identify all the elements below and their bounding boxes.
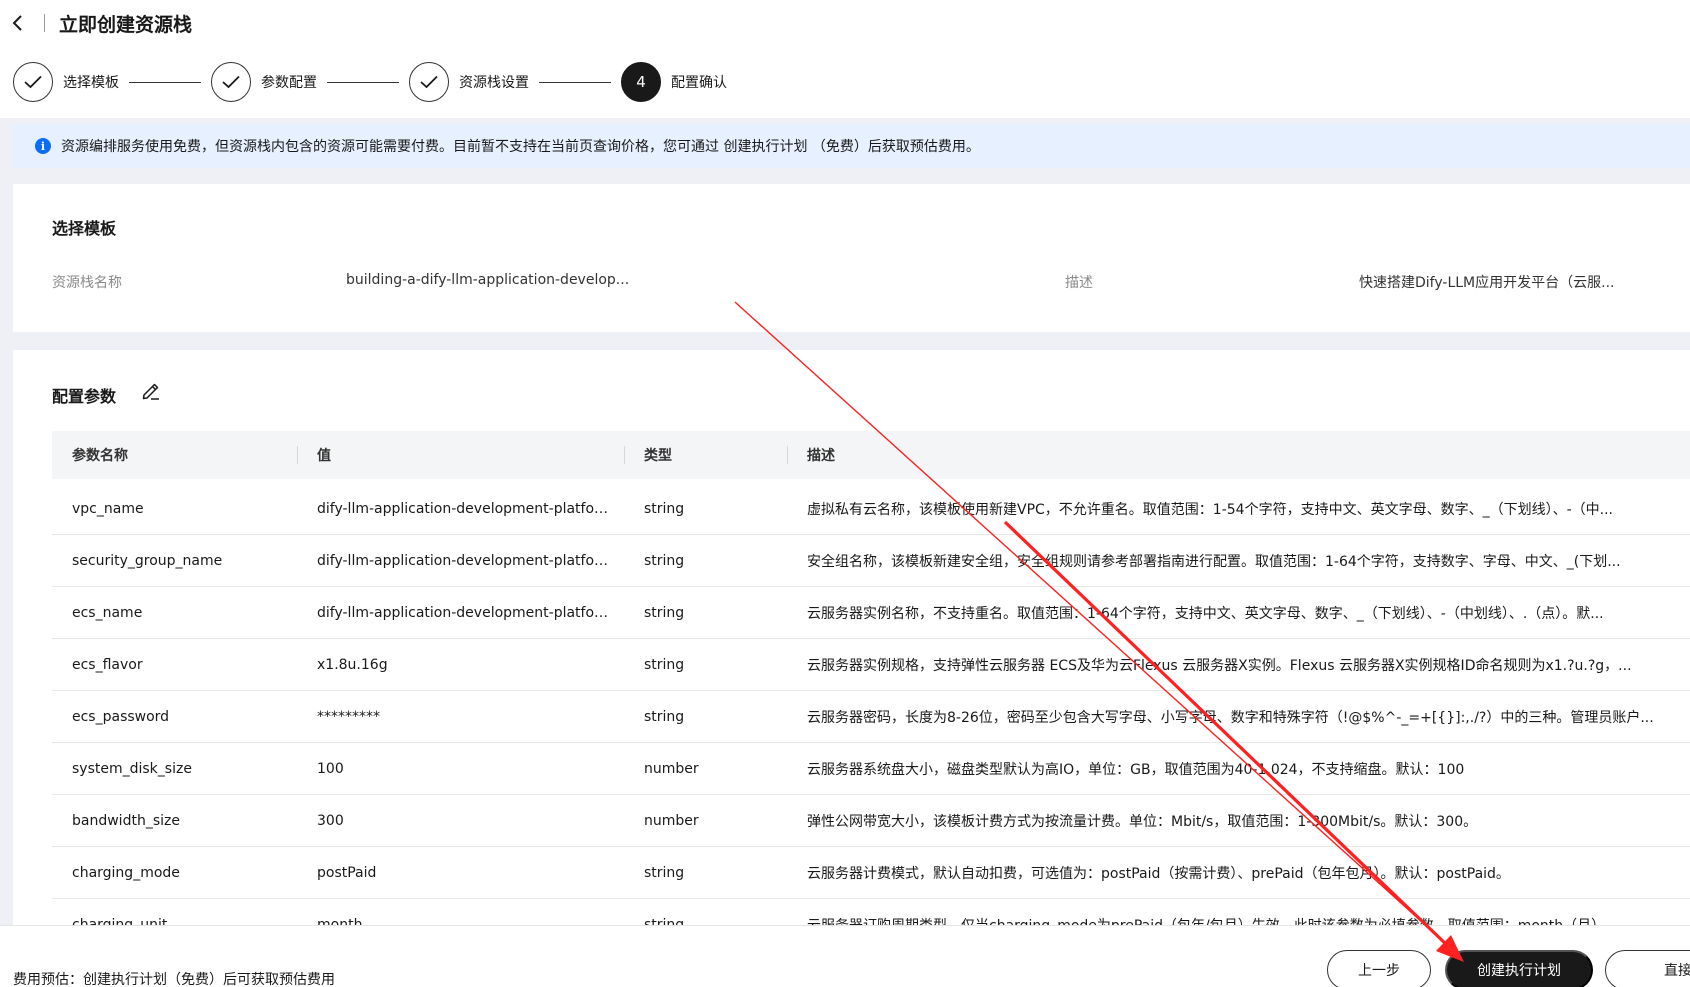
section-title: 选择模板	[52, 219, 117, 238]
table-row: security_group_name dify-llm-application…	[52, 535, 1690, 587]
param-name: bandwidth_size	[72, 812, 180, 829]
step-label: 选择模板	[63, 75, 119, 91]
step-confirm: 4 配置确认	[621, 62, 727, 102]
footer-bar: 费用预估：创建执行计划（免费）后可获取预估费用 上一步 创建执行计划 直接部署	[0, 925, 1690, 987]
column-header: 类型	[624, 431, 787, 479]
column-header: 参数名称	[72, 448, 128, 464]
table-row: vpc_name dify-llm-application-developmen…	[52, 483, 1690, 535]
param-type: number	[644, 812, 699, 829]
step-label: 配置确认	[671, 75, 727, 91]
param-type: string	[644, 604, 685, 621]
table-row: system_disk_size 100 number 云服务器系统盘大小，磁盘…	[52, 743, 1690, 795]
param-name: security_group_name	[72, 552, 223, 569]
step-stack-settings: 资源栈设置	[409, 62, 529, 102]
stack-name-value: building-a-dify-llm-application-develop.…	[346, 272, 630, 288]
column-header: 描述	[787, 431, 1690, 479]
param-value: dify-llm-application-development-platfor…	[317, 500, 624, 517]
step-connector	[539, 81, 611, 83]
description-label: 描述	[1065, 275, 1093, 291]
param-value: *********	[317, 708, 380, 725]
header-divider	[44, 14, 45, 32]
param-type: string	[644, 916, 685, 926]
param-type: string	[644, 708, 685, 725]
edit-pencil-icon[interactable]	[140, 380, 162, 402]
param-type: number	[644, 760, 699, 777]
check-icon	[409, 62, 449, 102]
param-name: system_disk_size	[72, 760, 192, 777]
info-icon: i	[35, 138, 51, 154]
params-card: 配置参数 参数名称 值 类型 描述 vpc_name dify-llm-appl…	[13, 350, 1690, 925]
table-row: ecs_password ********* string 云服务器密码，长度为…	[52, 691, 1690, 743]
template-card: 选择模板 资源栈名称 building-a-dify-llm-applicati…	[13, 184, 1690, 332]
table-row: bandwidth_size 300 number 弹性公网带宽大小，该模板计费…	[52, 795, 1690, 847]
page-title: 立即创建资源栈	[59, 13, 193, 36]
previous-step-button[interactable]: 上一步	[1327, 950, 1431, 987]
back-arrow-icon[interactable]	[8, 13, 28, 33]
param-type: string	[644, 500, 685, 517]
step-label: 资源栈设置	[459, 75, 529, 91]
param-value: 300	[317, 812, 344, 829]
param-value: dify-llm-application-development-platfor…	[317, 552, 624, 569]
cost-estimate-text: 费用预估：创建执行计划（免费）后可获取预估费用	[13, 972, 335, 987]
step-connector	[129, 81, 201, 83]
info-banner: i 资源编排服务使用免费，但资源栈内包含的资源可能需要付费。目前暂不支持在当前页…	[13, 124, 1690, 168]
param-desc: 弹性公网带宽大小，该模板计费方式为按流量计费。单位：Mbit/s，取值范围：1-…	[807, 813, 1478, 830]
params-table: 参数名称 值 类型 描述 vpc_name dify-llm-applicati…	[52, 431, 1690, 925]
param-name: ecs_password	[72, 708, 170, 725]
step-number: 4	[621, 62, 661, 102]
step-select-template: 选择模板	[13, 62, 119, 102]
param-name: ecs_flavor	[72, 656, 143, 673]
param-desc: 云服务器实例名称，不支持重名。取值范围：1-64个字符，支持中文、英文字母、数字…	[807, 605, 1604, 622]
param-name: charging_mode	[72, 864, 180, 881]
step-label: 参数配置	[261, 75, 317, 91]
param-type: string	[644, 552, 685, 569]
param-value: month	[317, 916, 363, 926]
step-param-config: 参数配置	[211, 62, 317, 102]
section-title: 配置参数	[52, 387, 117, 406]
param-desc: 云服务器订购周期类型，仅当charging_mode为prePaid（包年/包月…	[787, 915, 1690, 926]
param-type: string	[644, 656, 685, 673]
direct-deploy-button[interactable]: 直接部署	[1605, 950, 1690, 987]
check-icon	[13, 62, 53, 102]
column-header: 值	[297, 431, 624, 479]
param-name: charging_unit	[72, 916, 168, 926]
param-desc: 云服务器密码，长度为8-26位，密码至少包含大写字母、小写字母、数字和特殊字符（…	[807, 709, 1654, 726]
param-value: 100	[317, 760, 344, 777]
param-desc: 虚拟私有云名称，该模板使用新建VPC，不允许重名。取值范围：1-54个字符，支持…	[807, 501, 1613, 518]
param-value: x1.8u.16g	[317, 656, 388, 673]
info-banner-text: 资源编排服务使用免费，但资源栈内包含的资源可能需要付费。目前暂不支持在当前页查询…	[61, 139, 980, 155]
stepper: 选择模板 参数配置 资源栈设置 4 配置确认	[0, 46, 1690, 118]
param-name: vpc_name	[72, 500, 144, 517]
param-value: postPaid	[317, 864, 377, 881]
stack-name-label: 资源栈名称	[52, 275, 122, 291]
page-header: 立即创建资源栈	[0, 0, 1690, 46]
param-desc: 云服务器计费模式，默认自动扣费，可选值为：postPaid（按需计费）、preP…	[807, 865, 1510, 882]
table-row: charging_unit month string 云服务器订购周期类型，仅当…	[52, 899, 1690, 926]
check-icon	[211, 62, 251, 102]
param-type: string	[644, 864, 685, 881]
param-desc: 安全组名称，该模板新建安全组，安全组规则请参考部署指南进行配置。取值范围：1-6…	[807, 553, 1621, 570]
param-desc: 云服务器系统盘大小，磁盘类型默认为高IO，单位：GB，取值范围为40-1,024…	[807, 761, 1465, 778]
table-row: ecs_name dify-llm-application-developmen…	[52, 587, 1690, 639]
step-connector	[327, 81, 399, 83]
table-body: vpc_name dify-llm-application-developmen…	[52, 483, 1690, 925]
table-row: charging_mode postPaid string 云服务器计费模式，默…	[52, 847, 1690, 899]
param-name: ecs_name	[72, 604, 143, 621]
param-desc: 云服务器实例规格，支持弹性云服务器 ECS及华为云Flexus 云服务器X实例。…	[807, 657, 1632, 674]
create-execution-plan-button[interactable]: 创建执行计划	[1445, 950, 1593, 987]
description-value: 快速搭建Dify-LLM应用开发平台（云服...	[1359, 275, 1615, 291]
table-row: ecs_flavor x1.8u.16g string 云服务器实例规格，支持弹…	[52, 639, 1690, 691]
table-header: 参数名称 值 类型 描述	[52, 431, 1690, 479]
param-value: dify-llm-application-development-platfor…	[317, 604, 624, 621]
